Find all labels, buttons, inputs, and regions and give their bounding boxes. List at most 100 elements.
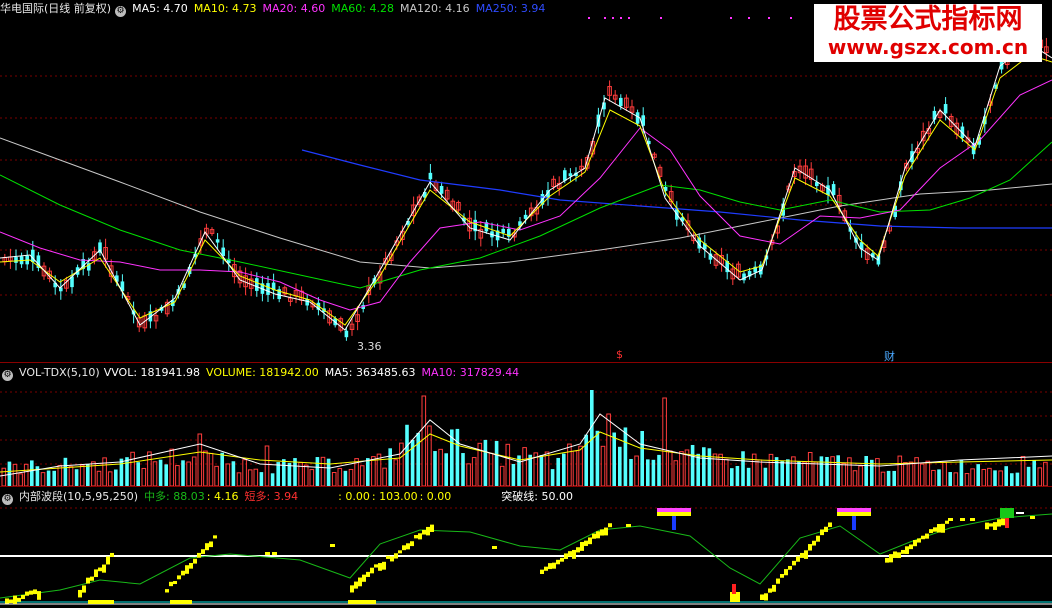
candle-body <box>943 104 948 114</box>
indicator-value-2: : 4.16 <box>206 490 239 503</box>
short-long-mark <box>181 570 185 576</box>
ma60-value: MA60: 4.28 <box>331 2 394 15</box>
signal-bar <box>88 600 114 604</box>
short-long-mark <box>584 540 588 546</box>
short-long-mark <box>937 523 941 533</box>
volume-bar <box>203 450 208 486</box>
volume-bar <box>107 471 113 486</box>
short-long-mark <box>358 577 362 587</box>
volume-bar <box>550 469 555 486</box>
band-indicator-panel[interactable]: ⚙ 内部波段(10,5,95,250) 中多: 88.03: 4.16 短多: 3.9… <box>0 488 1052 608</box>
volume-bar <box>40 472 46 486</box>
short-long-mark <box>1030 516 1035 519</box>
volume-bar <box>444 453 448 486</box>
breakthrough-line-value: 突破线: 50.00 <box>501 490 573 503</box>
volume-bar <box>1043 461 1048 486</box>
volume-bar <box>309 469 315 486</box>
short-long-mark <box>772 584 776 592</box>
candle-body <box>563 170 567 181</box>
volume-bar <box>937 469 941 486</box>
candle-body <box>619 97 623 107</box>
volume-bar <box>618 446 622 486</box>
volume-bar <box>914 457 919 486</box>
volume-bar <box>231 461 236 486</box>
indicator-header: ⚙ 内部波段(10,5,95,250) 中多: 88.03: 4.16 短多: 3.9… <box>0 488 579 505</box>
volume-bar <box>880 471 886 486</box>
top-signal <box>1016 512 1024 514</box>
finance-marker[interactable]: 财 <box>884 348 895 362</box>
short-long-mark <box>552 562 556 569</box>
short-long-mark <box>812 540 816 546</box>
short-long-mark <box>386 555 390 559</box>
short-long-mark <box>997 519 1001 527</box>
volume-bar <box>892 470 896 486</box>
short-long-mark <box>925 533 929 539</box>
short-long-mark <box>760 594 764 600</box>
short-long-mark <box>374 564 378 568</box>
volume-bar <box>651 459 656 486</box>
short-long-mark <box>9 599 13 604</box>
short-long-mark <box>354 581 358 589</box>
short-long-mark <box>33 589 37 595</box>
short-long-mark <box>548 563 552 570</box>
panel-divider[interactable] <box>0 486 1052 487</box>
volume-bar <box>673 460 679 486</box>
short-long-mark <box>177 575 181 580</box>
short-long-mark <box>1001 518 1005 526</box>
volume-bar <box>998 470 1003 486</box>
marker-dot <box>604 17 606 19</box>
volume-bar <box>164 464 168 486</box>
volume-bar <box>976 464 980 486</box>
short-long-mark <box>86 577 90 584</box>
marker-dot <box>620 17 622 19</box>
marker-dot <box>612 17 614 19</box>
price-chart-panel[interactable]: 华电国际(日线 前复权) ⚙ MA5: 4.70 MA10: 4.73 MA20: 4.… <box>0 0 1052 362</box>
short-long-mark <box>948 518 953 521</box>
short-long-mark <box>540 569 544 574</box>
volume-bar <box>981 468 987 486</box>
short-long-mark <box>110 552 114 557</box>
volume-bar <box>629 458 633 486</box>
volume-bar <box>303 464 309 486</box>
volume-bar <box>405 424 409 486</box>
short-long-mark <box>17 597 21 602</box>
stock-title: 华电国际(日线 前复权) <box>0 2 112 15</box>
gear-icon[interactable]: ⚙ <box>2 370 13 381</box>
gear-icon[interactable]: ⚙ <box>115 6 127 17</box>
gear-icon[interactable]: ⚙ <box>2 494 13 505</box>
volume-bar <box>494 440 499 486</box>
volume-bar <box>948 472 952 486</box>
short-long-mark <box>414 535 418 539</box>
volume-bar <box>264 445 270 486</box>
indicator-name: 内部波段(10,5,95,250) <box>19 490 139 503</box>
event-marker[interactable]: $ <box>616 348 623 361</box>
volume-bar <box>276 462 280 486</box>
volume-panel[interactable]: ⚙ VOL-TDX(5,10) VVOL: 181941.98 VOLUME: 181… <box>0 364 1052 486</box>
short-long-mark <box>592 533 596 539</box>
short-long-mark <box>780 574 784 578</box>
short-long-mark <box>213 535 217 539</box>
volume-bar <box>331 472 337 486</box>
volume-bar <box>119 458 124 486</box>
panel-divider[interactable] <box>0 362 1052 363</box>
volume-bar <box>225 463 231 486</box>
volume-bar <box>382 467 387 486</box>
short-long-mark <box>941 523 945 533</box>
volume-bar <box>522 447 527 486</box>
short-long-mark <box>572 549 576 559</box>
short-long-mark <box>796 556 800 562</box>
ma10-value: MA10: 4.73 <box>193 2 257 15</box>
volume-bar <box>1015 472 1020 486</box>
low-price-label: 3.36 <box>357 340 382 353</box>
volume-bar <box>371 456 376 486</box>
mid-long-value: 中多: 88.03 <box>144 490 205 503</box>
volume-bar <box>993 470 997 486</box>
volume-bar <box>214 465 219 486</box>
short-long-mark <box>205 543 209 551</box>
top-signal <box>657 512 691 516</box>
short-long-mark <box>568 551 572 557</box>
short-long-mark <box>402 545 406 551</box>
top-signal <box>852 516 856 530</box>
candle-body <box>266 283 270 295</box>
short-long-mark <box>29 590 33 595</box>
